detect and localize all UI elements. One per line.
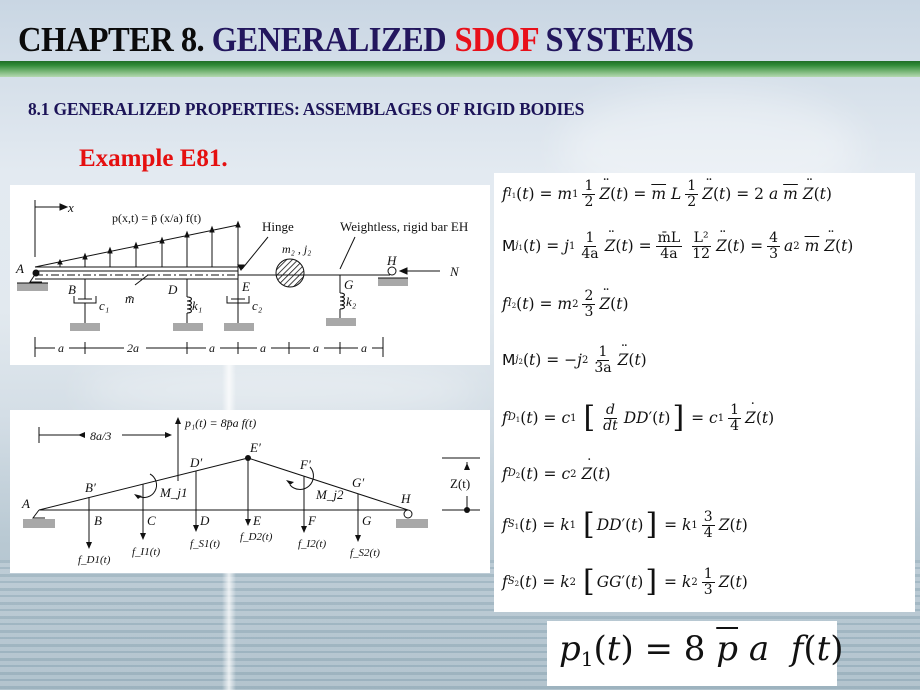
fraction: 13 (701, 566, 715, 598)
damper1-label: c₁ (99, 298, 109, 313)
section-title: 8.1 GENERALIZED PROPERTIES: ASSEMBLAGES … (28, 99, 585, 119)
title-sdof: SDOF (454, 20, 539, 59)
point-H: H (400, 491, 411, 506)
force-fI2-label: f_I2(t) (298, 538, 326, 550)
moment-mj1-label: M_j1 (159, 485, 187, 500)
point-E: E (241, 279, 250, 294)
fraction: 23 (582, 288, 596, 320)
x-axis-label: x (67, 200, 74, 215)
rigid-bar-label: Weightless, rigid bar EH (340, 219, 468, 234)
point-C: C (147, 513, 156, 528)
roller-support (403, 509, 413, 519)
axial-force-arrowhead (398, 267, 408, 275)
moment-mj1-arc (137, 473, 158, 499)
equation-fS1: f S1(t) = k1 [DD ′(t)] = k1 34 Z(t) (502, 507, 748, 543)
point-B: B (94, 513, 102, 528)
structure-diagram-svg: x p(x,t) = p̄ (x/a) f(t) Hinge Weightles… (15, 200, 468, 357)
rigid-bar-pointer (339, 236, 356, 270)
force-fD1-label: f_D1(t) (78, 554, 111, 566)
equation-fI2: fI2(t) = m2 23 Z(t) (502, 286, 629, 320)
displacement-label: Z(t) (450, 476, 470, 491)
load-p1-label: p₁(t) = 8p̄a f(t) (184, 416, 256, 430)
fraction: 12 (582, 178, 596, 210)
deformed-right-bar (247, 457, 409, 511)
load-position-label: 8a/3 (90, 429, 111, 443)
point-F: F (307, 513, 317, 528)
fraction: 1 3a (594, 344, 612, 376)
point-D-prime: D′ (189, 455, 202, 470)
load-label: p(x,t) = p̄ (x/a) f(t) (112, 211, 201, 225)
force-fS2-label: f_S2(t) (350, 547, 380, 559)
title-systems: SYSTEMS (545, 20, 694, 59)
point-G: G (344, 277, 354, 292)
dim-a4: a (313, 341, 319, 355)
hinge-label: Hinge (262, 219, 294, 234)
point-D: D (199, 513, 210, 528)
fraction: 12 (685, 178, 699, 210)
pin-support (32, 509, 45, 519)
point-B-prime: B′ (85, 480, 96, 495)
point-G: G (362, 513, 372, 528)
fraction: d dt (603, 402, 618, 434)
fraction: 43 (767, 230, 781, 262)
equation-Mj1: Mj1(t) = j1 14a Z(t) = m̄L4a L²12 Z(t) =… (502, 228, 853, 262)
equation-fD2: fD2(t) = c2 Z(t) (502, 456, 611, 483)
point-H: H (386, 253, 397, 268)
force-fD2-label: f_D2(t) (240, 531, 273, 543)
structure-diagram: x p(x,t) = p̄ (x/a) f(t) Hinge Weightles… (10, 185, 490, 365)
point-G-prime: G′ (352, 475, 364, 490)
dim-a1: a (58, 341, 64, 355)
point-E-prime: E′ (249, 440, 261, 455)
fraction: 14 (728, 402, 742, 434)
result-equation: p1(t) = 8 p a f(t) (559, 629, 844, 671)
title-divider (0, 61, 920, 77)
page-title: CHAPTER 8. GENERALIZED SDOF SYSTEMS (18, 20, 694, 60)
example-label: Example E81. (79, 145, 228, 172)
title-chapter: CHAPTER 8. (18, 20, 205, 59)
fraction: m̄L 4a (655, 230, 683, 262)
fraction: 1 4a (581, 230, 599, 262)
arrowheads (78, 417, 470, 549)
point-D: D (167, 282, 178, 297)
mass-bar-label: m̄ (125, 291, 134, 306)
x-axis-arrowhead (59, 203, 69, 211)
fraction: 34 (701, 509, 715, 541)
title-generalized: GENERALIZED (211, 20, 447, 59)
deformed-shape-diagram: p₁(t) = 8p̄a f(t) 8a/3 Z(t) B′ D′ E′ F′ … (10, 410, 490, 573)
spring1-coil (186, 296, 192, 314)
equations-panel: fI1(t) = m1 12 Z(t) = m L 12 Z(t) = 2 a … (494, 173, 915, 612)
force-fI1-label: f_I1(t) (132, 546, 160, 558)
damper2-label: c₂ (252, 298, 263, 313)
point-A: A (15, 261, 24, 276)
mass-pointer (134, 274, 149, 286)
point-B: B (68, 282, 76, 297)
dim-a3: a (260, 341, 266, 355)
dim-2a: 2a (127, 341, 139, 355)
equation-fS2: f S2(t) = k2 [GG ′(t)] = k2 13 Z(t) (502, 564, 748, 600)
spring1-label: k₁ (192, 298, 202, 313)
spring2-label: k₂ (346, 294, 357, 309)
point-A: A (21, 496, 30, 511)
fraction: L² 12 (691, 230, 711, 262)
point-E: E (252, 513, 261, 528)
equation-Mj2: Mj2(t) = −j2 13a Z(t) (502, 342, 647, 376)
equation-fD1: fD1(t) = c1 [ ddt DD′(t)] = c1 14 Z(t) (502, 400, 774, 434)
moment-mj2-label: M_j2 (315, 487, 344, 502)
axial-force-label: N (449, 264, 460, 279)
deformed-shape-svg: p₁(t) = 8p̄a f(t) 8a/3 Z(t) B′ D′ E′ F′ … (21, 416, 480, 566)
dim-a2: a (209, 341, 215, 355)
dim-a5: a (361, 341, 367, 355)
point-F-prime: F′ (299, 457, 311, 472)
equation-fI1: fI1(t) = m1 12 Z(t) = m L 12 Z(t) = 2 a … (502, 176, 832, 210)
force-fS1-label: f_S1(t) (190, 538, 220, 550)
result-equation-box: p1(t) = 8 p a f(t) (547, 621, 844, 686)
roller-support (387, 266, 397, 276)
mass2-disk (275, 258, 305, 288)
hinge-pointer (241, 236, 269, 270)
mass2-label: m₂ , j₂ (282, 242, 311, 256)
spring2-coil (339, 292, 345, 310)
